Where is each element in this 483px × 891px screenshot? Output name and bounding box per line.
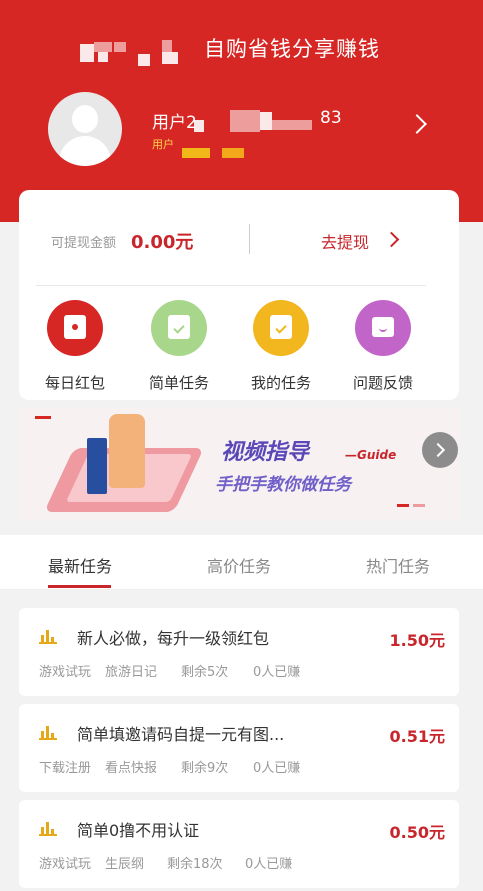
func-feedback[interactable]: 问题反馈 — [343, 300, 423, 393]
task-item[interactable]: 简单0撸不用认证 0.50元 游戏试玩 生辰纲 剩余18次 0人已赚 — [19, 800, 459, 888]
banner-subtitle: 手把手教你做任务 — [215, 475, 351, 495]
avatar[interactable] — [48, 92, 122, 166]
banner-title-en: —Guide — [345, 448, 397, 462]
divider — [249, 224, 250, 254]
task-tag: 旅游日记 — [105, 665, 158, 680]
func-label: 我的任务 — [250, 374, 311, 392]
task-name: 简单填邀请码自提一元有图... — [77, 725, 285, 744]
bar-chart-icon — [39, 630, 57, 644]
thumbs-up-illustration — [109, 414, 145, 488]
header: 自购省钱分享赚钱 用户2 83 用户 — [0, 0, 483, 222]
user-name-suffix: 83 — [320, 108, 342, 128]
task-name: 简单0撸不用认证 — [77, 821, 200, 840]
task-earned-count: 0人已赚 — [253, 665, 301, 680]
balance-label: 可提现金额 — [51, 236, 117, 251]
task-price: 0.51元 — [389, 727, 445, 746]
balance-amount: 0.00元 — [131, 232, 194, 253]
func-label: 问题反馈 — [352, 374, 413, 392]
task-price: 1.50元 — [389, 631, 445, 650]
func-my-task[interactable]: 我的任务 — [241, 300, 321, 393]
task-remaining: 剩余5次 — [181, 665, 229, 680]
task-remaining: 剩余9次 — [181, 761, 229, 776]
banner-next-button[interactable] — [422, 432, 458, 468]
task-tabs: 最新任务 高价任务 热门任务 — [0, 535, 483, 590]
wallet-card: 可提现金额 0.00元 去提现 每日红包 简单任务 我的任务 问题反馈 — [19, 190, 459, 400]
task-earned-count: 0人已赚 — [253, 761, 301, 776]
bar-chart-icon — [39, 726, 57, 740]
func-label: 每日红包 — [44, 374, 105, 392]
task-earned-count: 0人已赚 — [245, 857, 293, 872]
func-simple-task[interactable]: 简单任务 — [139, 300, 219, 393]
task-tag: 游戏试玩 — [39, 857, 92, 872]
tab-hot[interactable]: 热门任务 — [366, 553, 430, 577]
tab-active-indicator — [48, 585, 111, 588]
video-guide-banner[interactable]: 视频指导 —Guide 手把手教你做任务 — [19, 408, 459, 520]
user-sub-label: 用户 — [152, 138, 174, 151]
calendar-check-icon — [253, 300, 309, 356]
tab-high-price[interactable]: 高价任务 — [207, 553, 271, 577]
task-remaining: 剩余18次 — [167, 857, 223, 872]
user-name-prefix: 用户2 — [152, 113, 197, 133]
withdraw-button[interactable]: 去提现 — [321, 229, 369, 253]
banner-title: 视频指导 — [221, 440, 310, 465]
task-tag: 下载注册 — [39, 761, 92, 776]
task-price: 0.50元 — [389, 823, 445, 842]
header-title: 自购省钱分享赚钱 — [204, 37, 380, 61]
func-label: 简单任务 — [148, 374, 209, 392]
task-tag: 生辰纲 — [105, 857, 145, 872]
profile-chevron-right-icon[interactable] — [407, 114, 427, 134]
bar-chart-icon — [39, 822, 57, 836]
clipboard-check-icon — [151, 300, 207, 356]
tab-latest[interactable]: 最新任务 — [48, 553, 112, 577]
task-item[interactable]: 新人必做，每升一级领红包 1.50元 游戏试玩 旅游日记 剩余5次 0人已赚 — [19, 608, 459, 696]
user-sub-mask — [182, 148, 246, 158]
red-envelope-icon — [47, 300, 103, 356]
task-name: 新人必做，每升一级领红包 — [77, 629, 270, 648]
task-tag: 看点快报 — [105, 761, 158, 776]
task-tag: 游戏试玩 — [39, 665, 92, 680]
func-daily-redpacket[interactable]: 每日红包 — [35, 300, 115, 393]
withdraw-chevron-icon[interactable] — [383, 231, 400, 248]
blurred-app-name — [80, 38, 188, 66]
task-item[interactable]: 简单填邀请码自提一元有图... 0.51元 下载注册 看点快报 剩余9次 0人已… — [19, 704, 459, 792]
chat-smile-icon — [355, 300, 411, 356]
user-name-mask — [194, 110, 318, 132]
divider — [36, 285, 426, 286]
